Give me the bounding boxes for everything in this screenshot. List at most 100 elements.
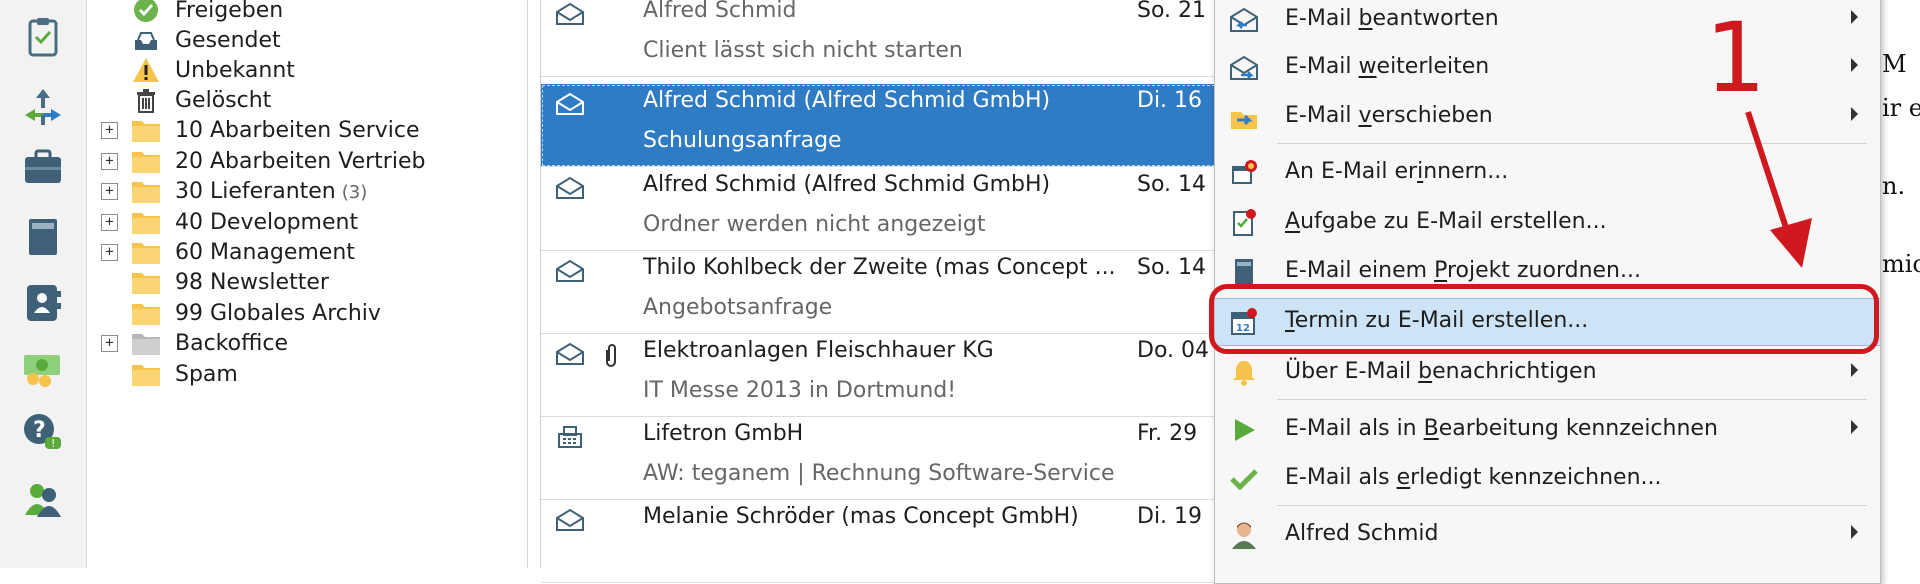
mail-row[interactable]: Alfred Schmid (Alfred Schmid GmbH) So. 14… <box>541 168 1221 251</box>
project-cabinet-icon <box>1229 257 1259 287</box>
tasks-clipboard-icon[interactable] <box>20 14 66 60</box>
mail-date: So. 14 <box>1137 172 1207 197</box>
left-icon-rail: ?! <box>0 0 87 568</box>
menu-item-label: E-Mail weiterleiten <box>1285 54 1490 79</box>
unread-count: (3) <box>341 181 368 203</box>
briefcase-icon[interactable] <box>20 144 66 190</box>
menu-item-label: E-Mail einem Projekt zuordnen... <box>1285 258 1641 283</box>
mail-subject: IT Messe 2013 in Dortmund! <box>643 378 957 403</box>
menu-item-label: E-Mail beantworten <box>1285 6 1499 31</box>
mail-subject: AW: teganem | Rechnung Software-Service <box>643 461 1115 486</box>
menu-separator <box>1277 399 1867 400</box>
folder-icon <box>131 146 161 176</box>
menu-item-label: Aufgabe zu E-Mail erstellen... <box>1285 209 1607 234</box>
trash-icon <box>131 85 161 115</box>
menu-item[interactable]: E-Mail beantworten <box>1215 0 1880 43</box>
gray-folder-icon <box>131 328 161 358</box>
reading-pane-text: ir e <box>1882 94 1920 122</box>
mail-list: Alfred Schmid So. 21 Client lässt sich nic… <box>540 0 1221 583</box>
submenu-arrow-icon <box>1851 363 1858 377</box>
mail-row[interactable]: Lifetron GmbH Fr. 29 AW: teganem | Rechnun… <box>541 417 1221 500</box>
task-note-icon <box>1229 208 1259 238</box>
move-mail-icon <box>1229 102 1259 132</box>
menu-item-label: E-Mail als in Bearbeitung kennzeichnen <box>1285 416 1718 441</box>
menu-item-label: E-Mail als erledigt kennzeichnen... <box>1285 465 1662 490</box>
menu-item[interactable]: Alfred Schmid <box>1215 512 1880 558</box>
menu-item[interactable]: E-Mail als erledigt kennzeichnen... <box>1215 456 1880 502</box>
expand-toggle[interactable]: + <box>101 182 118 200</box>
envelope-open-icon <box>555 259 585 283</box>
menu-item[interactable]: Über E-Mail benachrichtigen <box>1215 350 1880 396</box>
expand-toggle[interactable]: + <box>101 213 118 231</box>
folder-label: Unbekannt <box>175 57 295 83</box>
submenu-arrow-icon <box>1851 525 1858 539</box>
mail-subject: Ordner werden nicht angezeigt <box>643 212 986 237</box>
mail-date: So. 14 <box>1137 255 1207 280</box>
mail-sender: Thilo Kohlbeck der Zweite (mas Concept .… <box>643 255 1116 280</box>
money-icon[interactable] <box>20 344 66 390</box>
mail-sender: Melanie Schröder (mas Concept GmbH) <box>643 504 1079 529</box>
menu-item[interactable]: E-Mail als in Bearbeitung kennzeichnen <box>1215 407 1880 453</box>
mail-subject: Client lässt sich nicht starten <box>643 38 963 63</box>
menu-item-label: Über E-Mail benachrichtigen <box>1285 359 1597 384</box>
folder-label: 20 Abarbeiten Vertrieb <box>175 148 426 174</box>
submenu-arrow-icon <box>1851 107 1858 121</box>
mail-date: Di. 16 <box>1137 88 1203 113</box>
submenu-arrow-icon <box>1851 58 1858 72</box>
folder-label: Freigeben <box>175 0 284 23</box>
archive-cabinet-icon[interactable] <box>20 214 66 260</box>
expand-toggle[interactable]: + <box>101 121 118 139</box>
outbox-tray-icon <box>131 25 161 55</box>
envelope-open-icon <box>555 2 585 26</box>
bell-icon <box>1229 358 1259 388</box>
expand-toggle[interactable]: + <box>101 334 118 352</box>
menu-item[interactable]: E-Mail weiterleiten <box>1215 45 1880 91</box>
submenu-arrow-icon <box>1851 10 1858 24</box>
folder-icon <box>131 359 161 389</box>
folder-tree: Freigeben Gesendet Unbekannt Gelöscht +10 Ab… <box>87 0 528 568</box>
mail-sender: Lifetron GmbH <box>643 421 804 446</box>
mail-row[interactable]: Melanie Schröder (mas Concept GmbH) Di. 1… <box>541 500 1221 583</box>
expand-toggle[interactable]: + <box>101 152 118 170</box>
mail-row[interactable]: Alfred Schmid So. 21 Client lässt sich nic… <box>541 0 1221 77</box>
mail-row-selected[interactable]: Alfred Schmid (Alfred Schmid GmbH) Di. 16… <box>541 84 1221 167</box>
envelope-open-icon <box>555 92 585 116</box>
mail-date: Di. 19 <box>1137 504 1203 529</box>
menu-item-label: E-Mail verschieben <box>1285 103 1493 128</box>
menu-item-label: Alfred Schmid <box>1285 521 1439 546</box>
routing-arrows-icon[interactable] <box>20 84 66 130</box>
annotation-arrow-icon <box>1745 111 1812 268</box>
help-chat-icon[interactable]: ?! <box>20 410 66 456</box>
folder-item[interactable]: Spam <box>87 356 507 392</box>
expand-toggle[interactable]: + <box>101 243 118 261</box>
envelope-open-icon <box>555 508 585 532</box>
menu-item-label: An E-Mail erinnern... <box>1285 159 1509 184</box>
folder-label: 10 Abarbeiten Service <box>175 117 420 143</box>
mail-sender: Alfred Schmid (Alfred Schmid GmbH) <box>643 88 1051 113</box>
warning-icon <box>131 55 161 85</box>
folder-label: Gesendet <box>175 27 281 53</box>
folder-label: 98 Newsletter <box>175 269 329 295</box>
person-icon <box>1229 520 1259 550</box>
mail-date: So. 21 <box>1137 0 1207 23</box>
mail-row[interactable]: Thilo Kohlbeck der Zweite (mas Concept .… <box>541 251 1221 334</box>
annotation-highlight-box <box>1209 284 1879 354</box>
folder-icon <box>131 176 161 206</box>
folder-icon <box>131 267 161 297</box>
envelope-open-icon <box>555 342 585 366</box>
folder-icon <box>131 207 161 237</box>
reminder-icon <box>1229 158 1259 188</box>
mail-subject: Schulungsanfrage <box>643 128 842 153</box>
reading-pane-text: M <box>1882 50 1907 78</box>
contacts-book-icon[interactable] <box>20 280 66 326</box>
mail-row[interactable]: Elektroanlagen Fleischhauer KG Do. 04 IT M… <box>541 334 1221 417</box>
submenu-arrow-icon <box>1851 420 1858 434</box>
play-icon <box>1229 415 1259 445</box>
folder-label: Gelöscht <box>175 87 272 113</box>
menu-separator <box>1277 505 1867 506</box>
users-icon[interactable] <box>20 476 66 522</box>
folder-label: 30 Lieferanten (3) <box>175 178 368 204</box>
fax-icon <box>555 425 585 449</box>
folder-icon <box>131 237 161 267</box>
paperclip-icon <box>601 342 621 370</box>
